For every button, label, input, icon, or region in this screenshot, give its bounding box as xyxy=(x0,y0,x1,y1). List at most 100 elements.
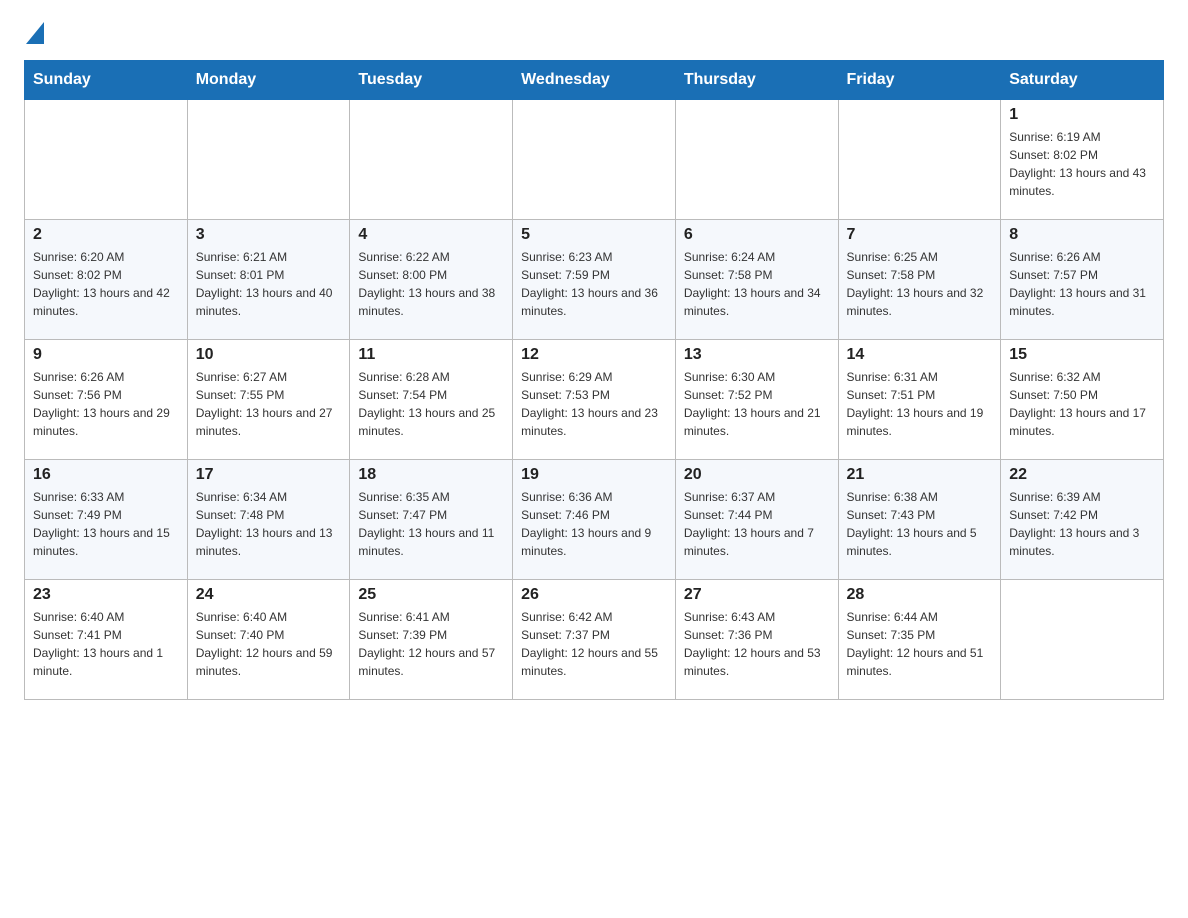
calendar-cell: 17 Sunrise: 6:34 AM Sunset: 7:48 PM Dayli… xyxy=(187,460,350,580)
day-of-week-header: Friday xyxy=(838,61,1001,100)
day-info: Sunrise: 6:40 AM Sunset: 7:40 PM Dayligh… xyxy=(196,608,342,680)
calendar-cell xyxy=(513,100,676,220)
page-header xyxy=(24,24,1164,44)
logo-triangle-icon xyxy=(26,22,44,44)
day-number: 9 xyxy=(33,346,179,364)
calendar-cell: 13 Sunrise: 6:30 AM Sunset: 7:52 PM Dayli… xyxy=(675,340,838,460)
calendar-cell: 23Sunrise: 6:40 AM Sunset: 7:41 PM Dayli… xyxy=(25,580,188,700)
calendar-week-row: 9 Sunrise: 6:26 AM Sunset: 7:56 PM Daylig… xyxy=(25,340,1164,460)
calendar-cell xyxy=(187,100,350,220)
day-number: 27 xyxy=(684,586,830,604)
calendar-cell: 10Sunrise: 6:27 AM Sunset: 7:55 PM Dayli… xyxy=(187,340,350,460)
calendar-cell: 28Sunrise: 6:44 AM Sunset: 7:35 PM Dayli… xyxy=(838,580,1001,700)
day-number: 4 xyxy=(358,226,504,244)
calendar-cell xyxy=(25,100,188,220)
calendar-cell: 18 Sunrise: 6:35 AM Sunset: 7:47 PM Dayli… xyxy=(350,460,513,580)
day-of-week-header: Thursday xyxy=(675,61,838,100)
day-info: Sunrise: 6:39 AM Sunset: 7:42 PM Dayligh… xyxy=(1009,488,1155,560)
day-info: Sunrise: 6:20 AM Sunset: 8:02 PM Dayligh… xyxy=(33,248,179,320)
day-number: 6 xyxy=(684,226,830,244)
day-info: Sunrise: 6:23 AM Sunset: 7:59 PM Dayligh… xyxy=(521,248,667,320)
day-number: 19 xyxy=(521,466,667,484)
day-info: Sunrise: 6:30 AM Sunset: 7:52 PM Dayligh… xyxy=(684,368,830,440)
calendar-cell: 15 Sunrise: 6:32 AM Sunset: 7:50 PM Dayli… xyxy=(1001,340,1164,460)
calendar-header-row: SundayMondayTuesdayWednesdayThursdayFrid… xyxy=(25,61,1164,100)
day-of-week-header: Saturday xyxy=(1001,61,1164,100)
calendar-cell: 7 Sunrise: 6:25 AM Sunset: 7:58 PM Daylig… xyxy=(838,220,1001,340)
day-info: Sunrise: 6:34 AM Sunset: 7:48 PM Dayligh… xyxy=(196,488,342,560)
calendar-cell: 5 Sunrise: 6:23 AM Sunset: 7:59 PM Daylig… xyxy=(513,220,676,340)
day-info: Sunrise: 6:26 AM Sunset: 7:57 PM Dayligh… xyxy=(1009,248,1155,320)
calendar-cell: 25 Sunrise: 6:41 AM Sunset: 7:39 PM Dayli… xyxy=(350,580,513,700)
day-number: 17 xyxy=(196,466,342,484)
day-number: 1 xyxy=(1009,106,1155,124)
calendar-week-row: 2 Sunrise: 6:20 AM Sunset: 8:02 PM Daylig… xyxy=(25,220,1164,340)
day-number: 18 xyxy=(358,466,504,484)
day-number: 22 xyxy=(1009,466,1155,484)
day-number: 13 xyxy=(684,346,830,364)
day-number: 21 xyxy=(847,466,993,484)
day-info: Sunrise: 6:42 AM Sunset: 7:37 PM Dayligh… xyxy=(521,608,667,680)
day-number: 15 xyxy=(1009,346,1155,364)
day-info: Sunrise: 6:27 AM Sunset: 7:55 PM Dayligh… xyxy=(196,368,342,440)
day-info: Sunrise: 6:37 AM Sunset: 7:44 PM Dayligh… xyxy=(684,488,830,560)
calendar-cell: 21 Sunrise: 6:38 AM Sunset: 7:43 PM Dayli… xyxy=(838,460,1001,580)
calendar-cell: 9 Sunrise: 6:26 AM Sunset: 7:56 PM Daylig… xyxy=(25,340,188,460)
day-number: 7 xyxy=(847,226,993,244)
day-number: 20 xyxy=(684,466,830,484)
day-info: Sunrise: 6:24 AM Sunset: 7:58 PM Dayligh… xyxy=(684,248,830,320)
day-number: 24 xyxy=(196,586,342,604)
day-info: Sunrise: 6:26 AM Sunset: 7:56 PM Dayligh… xyxy=(33,368,179,440)
day-number: 8 xyxy=(1009,226,1155,244)
day-info: Sunrise: 6:25 AM Sunset: 7:58 PM Dayligh… xyxy=(847,248,993,320)
day-number: 26 xyxy=(521,586,667,604)
calendar-cell: 2 Sunrise: 6:20 AM Sunset: 8:02 PM Daylig… xyxy=(25,220,188,340)
calendar-cell: 1 Sunrise: 6:19 AM Sunset: 8:02 PM Daylig… xyxy=(1001,100,1164,220)
calendar-cell: 6 Sunrise: 6:24 AM Sunset: 7:58 PM Daylig… xyxy=(675,220,838,340)
day-info: Sunrise: 6:19 AM Sunset: 8:02 PM Dayligh… xyxy=(1009,128,1155,200)
day-number: 2 xyxy=(33,226,179,244)
calendar-cell: 4 Sunrise: 6:22 AM Sunset: 8:00 PM Daylig… xyxy=(350,220,513,340)
day-info: Sunrise: 6:38 AM Sunset: 7:43 PM Dayligh… xyxy=(847,488,993,560)
calendar-cell xyxy=(1001,580,1164,700)
day-number: 3 xyxy=(196,226,342,244)
calendar-cell: 20 Sunrise: 6:37 AM Sunset: 7:44 PM Dayli… xyxy=(675,460,838,580)
day-info: Sunrise: 6:44 AM Sunset: 7:35 PM Dayligh… xyxy=(847,608,993,680)
calendar-cell: 14 Sunrise: 6:31 AM Sunset: 7:51 PM Dayli… xyxy=(838,340,1001,460)
day-of-week-header: Wednesday xyxy=(513,61,676,100)
calendar-cell: 3 Sunrise: 6:21 AM Sunset: 8:01 PM Daylig… xyxy=(187,220,350,340)
calendar-cell: 26 Sunrise: 6:42 AM Sunset: 7:37 PM Dayli… xyxy=(513,580,676,700)
calendar-cell xyxy=(675,100,838,220)
day-info: Sunrise: 6:28 AM Sunset: 7:54 PM Dayligh… xyxy=(358,368,504,440)
day-info: Sunrise: 6:33 AM Sunset: 7:49 PM Dayligh… xyxy=(33,488,179,560)
day-number: 25 xyxy=(358,586,504,604)
calendar-cell: 12Sunrise: 6:29 AM Sunset: 7:53 PM Dayli… xyxy=(513,340,676,460)
calendar-cell: 22 Sunrise: 6:39 AM Sunset: 7:42 PM Dayli… xyxy=(1001,460,1164,580)
day-info: Sunrise: 6:21 AM Sunset: 8:01 PM Dayligh… xyxy=(196,248,342,320)
day-of-week-header: Monday xyxy=(187,61,350,100)
logo xyxy=(24,24,44,44)
day-info: Sunrise: 6:22 AM Sunset: 8:00 PM Dayligh… xyxy=(358,248,504,320)
day-number: 16 xyxy=(33,466,179,484)
day-number: 5 xyxy=(521,226,667,244)
day-number: 12 xyxy=(521,346,667,364)
day-info: Sunrise: 6:41 AM Sunset: 7:39 PM Dayligh… xyxy=(358,608,504,680)
calendar-cell: 8 Sunrise: 6:26 AM Sunset: 7:57 PM Daylig… xyxy=(1001,220,1164,340)
day-of-week-header: Tuesday xyxy=(350,61,513,100)
day-info: Sunrise: 6:32 AM Sunset: 7:50 PM Dayligh… xyxy=(1009,368,1155,440)
calendar-cell: 27Sunrise: 6:43 AM Sunset: 7:36 PM Dayli… xyxy=(675,580,838,700)
calendar-week-row: 16 Sunrise: 6:33 AM Sunset: 7:49 PM Dayli… xyxy=(25,460,1164,580)
day-info: Sunrise: 6:36 AM Sunset: 7:46 PM Dayligh… xyxy=(521,488,667,560)
calendar-cell xyxy=(350,100,513,220)
day-number: 11 xyxy=(358,346,504,364)
day-info: Sunrise: 6:40 AM Sunset: 7:41 PM Dayligh… xyxy=(33,608,179,680)
day-info: Sunrise: 6:35 AM Sunset: 7:47 PM Dayligh… xyxy=(358,488,504,560)
day-number: 14 xyxy=(847,346,993,364)
calendar-cell xyxy=(838,100,1001,220)
day-info: Sunrise: 6:31 AM Sunset: 7:51 PM Dayligh… xyxy=(847,368,993,440)
calendar-cell: 16 Sunrise: 6:33 AM Sunset: 7:49 PM Dayli… xyxy=(25,460,188,580)
calendar-week-row: 23Sunrise: 6:40 AM Sunset: 7:41 PM Dayli… xyxy=(25,580,1164,700)
calendar-table: SundayMondayTuesdayWednesdayThursdayFrid… xyxy=(24,60,1164,700)
calendar-week-row: 1 Sunrise: 6:19 AM Sunset: 8:02 PM Daylig… xyxy=(25,100,1164,220)
day-of-week-header: Sunday xyxy=(25,61,188,100)
